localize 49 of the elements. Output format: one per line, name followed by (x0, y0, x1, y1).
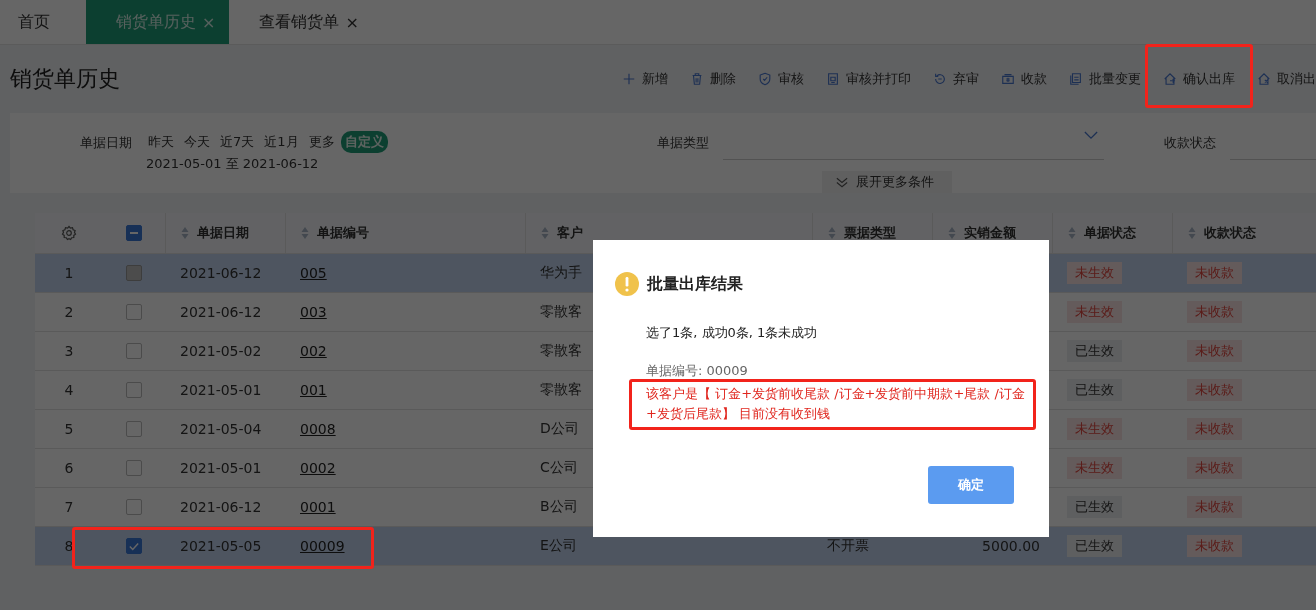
filter-label: 收款状态 (1164, 134, 1217, 152)
table-cell: C公司 (540, 459, 578, 477)
date-range: 2021-05-01 至 2021-06-12 (145, 155, 320, 173)
table-cell: 5000.00 (982, 538, 1040, 554)
status-tag: 未收款 (1187, 457, 1242, 479)
status-tag: 未收款 (1187, 340, 1242, 362)
table-cell: 2021-06-12 (180, 499, 262, 515)
status-tag: 未收款 (1187, 379, 1242, 401)
table-cell: 零散客 (540, 381, 582, 399)
dialog-title: 批量出库结果 (647, 273, 743, 295)
row-number: 3 (64, 343, 74, 359)
status-tag: 未收款 (1187, 301, 1242, 323)
filter-label: 单据类型 (657, 134, 710, 152)
row-number: 2 (64, 304, 74, 320)
row-number: 7 (64, 499, 74, 515)
status-tag: 未收款 (1187, 535, 1242, 557)
row-number: 5 (64, 421, 74, 437)
table-cell: 2021-05-01 (180, 382, 262, 398)
page-title: 销货单历史 (10, 65, 120, 93)
table-cell: E公司 (540, 537, 577, 555)
table-cell: D公司 (540, 420, 579, 438)
table-cell: 2021-05-05 (180, 538, 262, 554)
status-tag: 未收款 (1187, 418, 1242, 440)
status-tag: 已生效 (1067, 340, 1122, 362)
result-summary: 选了1条, 成功0条, 1条未成功 (646, 324, 819, 342)
status-tag: 未生效 (1067, 301, 1122, 323)
status-tag: 未生效 (1067, 418, 1122, 440)
status-tag: 未生效 (1067, 262, 1122, 284)
status-tag: 已生效 (1067, 535, 1122, 557)
table-cell: 2021-05-01 (180, 460, 262, 476)
row-number: 4 (64, 382, 74, 398)
table-cell: 不开票 (827, 537, 869, 555)
status-tag: 未收款 (1187, 262, 1242, 284)
table-cell: 2021-06-12 (180, 304, 262, 320)
table-cell: 零散客 (540, 303, 582, 321)
status-tag: 未收款 (1187, 496, 1242, 518)
table-cell: 2021-05-02 (180, 343, 262, 359)
table-cell: 零散客 (540, 342, 582, 360)
row-number: 6 (64, 460, 74, 476)
table-cell: 2021-06-12 (180, 265, 262, 281)
table-cell: 2021-05-04 (180, 421, 262, 437)
status-tag: 未生效 (1067, 457, 1122, 479)
table-cell: 华为手 (540, 264, 582, 282)
status-tag: 已生效 (1067, 496, 1122, 518)
table-cell: B公司 (540, 498, 578, 516)
row-number: 1 (64, 265, 74, 281)
status-tag: 已生效 (1067, 379, 1122, 401)
row-number: 8 (64, 538, 74, 554)
filter-label: 单据日期 (80, 134, 132, 152)
